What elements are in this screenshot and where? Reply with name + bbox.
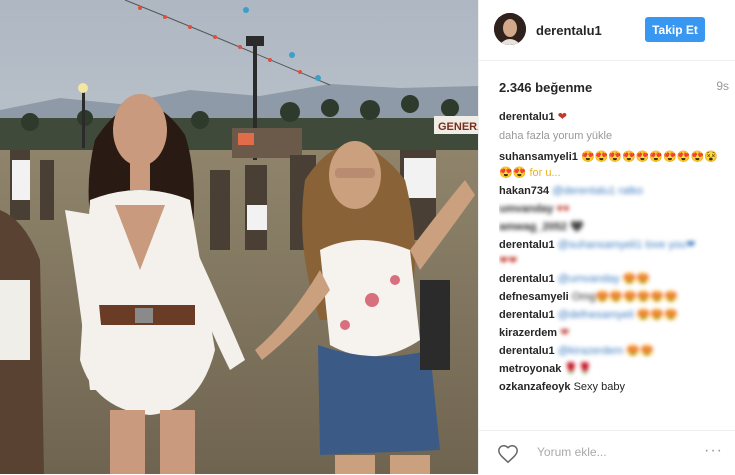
comment-username[interactable]: metroyonak (499, 363, 561, 375)
comment-username[interactable]: amwag_2052 (499, 221, 567, 233)
instagram-post: GENERA (0, 0, 735, 474)
comment-text: @defnesamyeli 😍😍😍 (557, 309, 678, 321)
comment-item: derentalu1 @defnesamyeli 😍😍😍 (499, 307, 721, 323)
load-more-comments[interactable]: daha fazla yorum yükle (499, 128, 721, 144)
post-photo[interactable]: GENERA (0, 0, 478, 474)
comment-username[interactable]: hakan734 (499, 185, 549, 197)
likes-count[interactable]: 2.346 beğenme (499, 80, 592, 95)
avatar[interactable] (494, 13, 526, 45)
comment-item: ozkanzafeoyk Sexy baby (499, 379, 721, 395)
caption-username[interactable]: derentalu1 (499, 111, 555, 123)
comment-text: @derentalu1 ratko (552, 185, 643, 197)
comment-item: metroyonak 🌹🌹 (499, 361, 721, 377)
more-options-icon[interactable]: ··· (704, 442, 723, 460)
comment-item: umvanday ♥♥ (499, 201, 721, 217)
comment-item: kirazerdem ❤ (499, 325, 721, 341)
comment-text: ❤ (560, 327, 570, 339)
comment-text: @suhansamyeli1 love you❤ (557, 239, 696, 251)
comment-text: Sexy baby (573, 381, 625, 393)
comment-item: derentalu1 @kirazerdem 😍😍 (499, 343, 721, 359)
likes-row: 2.346 beğenme 9s (499, 79, 729, 97)
comment-username[interactable]: derentalu1 (499, 345, 555, 357)
comment-username[interactable]: umvanday (499, 203, 553, 215)
comment-username[interactable]: defnesamyeli (499, 291, 569, 303)
comment-text: @kirazerdem 😍😍 (557, 345, 654, 357)
comment-text: 🌹🌹 (564, 363, 592, 375)
comment-username[interactable]: ozkanzafeoyk (499, 381, 571, 393)
comment-item: defnesamyeli Omg😍😍😍😍😍😍 (499, 289, 721, 305)
comment-item: derentalu1 @umvanday 😍😍 (499, 271, 721, 287)
comment-text: 😍😍😍😍😍😍😍😍😍😵 (580, 151, 718, 163)
comment-text: ♥♥ (556, 203, 570, 215)
comment-input[interactable]: Yorum ekle... (537, 445, 607, 459)
comment-username[interactable]: suhansamyeli1 (499, 151, 578, 163)
avatar-image (494, 13, 526, 45)
header-username[interactable]: derentalu1 (536, 23, 602, 38)
comment-text: Omg😍😍😍😍😍😍 (571, 291, 678, 303)
comment-username[interactable]: derentalu1 (499, 273, 555, 285)
festival-photo: GENERA (0, 0, 478, 474)
comment-item: derentalu1 @suhansamyeli1 love you❤ ❤❤ (499, 237, 721, 269)
genera-sign: GENERA (438, 121, 478, 133)
heart-icon[interactable] (497, 443, 519, 465)
comment-text: 🖤 (569, 221, 584, 233)
caption: derentalu1 ❤ (499, 109, 721, 125)
comment-username[interactable]: kirazerdem (499, 327, 557, 339)
follow-button[interactable]: Takip Et (645, 17, 705, 42)
comment-item: hakan734 @derentalu1 ratko (499, 183, 721, 199)
comment-text: @umvanday 😍😍 (557, 273, 651, 285)
comment-username[interactable]: derentalu1 (499, 239, 555, 251)
caption-text: ❤ (557, 111, 567, 123)
comment-text: ❤❤ (499, 255, 518, 267)
post-header: derentalu1 Takip Et (479, 0, 735, 61)
comment-text: 😍😍 for u... (499, 167, 561, 179)
comment-item: suhansamyeli1 😍😍😍😍😍😍😍😍😍😵 😍😍 for u... (499, 149, 721, 181)
comment-username[interactable]: derentalu1 (499, 309, 555, 321)
comment-item: amwag_2052 🖤 (499, 219, 721, 235)
post-sidebar: derentalu1 Takip Et 2.346 beğenme 9s der… (478, 0, 735, 474)
comment-bar: Yorum ekle... ··· (479, 430, 735, 475)
post-time[interactable]: 9s (716, 79, 729, 93)
comments-list: derentalu1 ❤ daha fazla yorum yükle suha… (499, 109, 721, 427)
